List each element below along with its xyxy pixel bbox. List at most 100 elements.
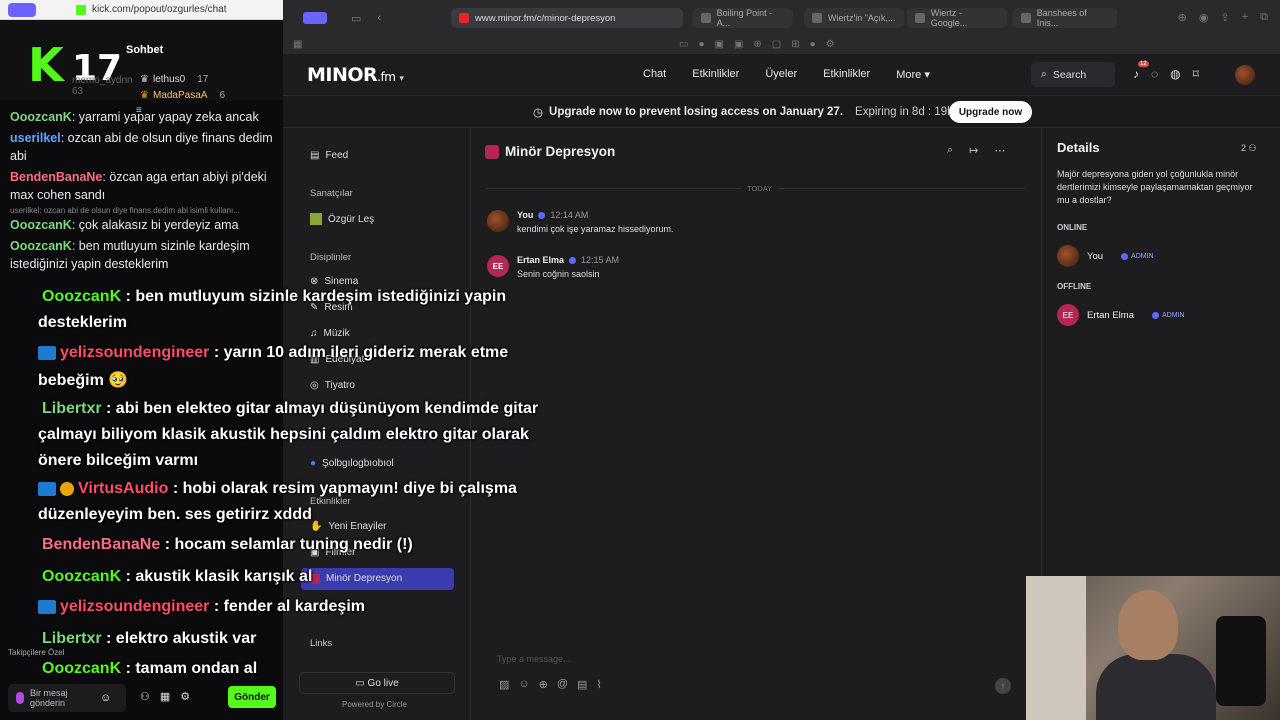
powered-by[interactable]: Powered by Circle <box>342 700 407 709</box>
chat-bubble-icon[interactable]: ◍ <box>1170 67 1180 81</box>
sidebar-toggle-icon[interactable] <box>8 2 36 17</box>
bookmark-icon[interactable]: ● <box>810 39 816 50</box>
browser-tab[interactable]: Wiertz - Google... <box>907 8 1007 28</box>
browser-tab[interactable]: Banshees of Inis... <box>1013 8 1117 28</box>
workspace-icon[interactable] <box>303 12 327 24</box>
chat-nick[interactable]: BendenBanaNe <box>10 170 102 184</box>
message-avatar[interactable] <box>487 210 509 232</box>
room-title: Minör Depresyon <box>505 144 616 159</box>
sidebar-icon[interactable]: ▭ <box>351 12 361 25</box>
search-button[interactable]: ⌕ Search <box>1031 62 1115 87</box>
sidebar-item-artist[interactable]: Özgür Leş <box>310 213 374 225</box>
chat-nick[interactable]: userilkel <box>10 131 61 145</box>
bookmark-icon[interactable]: ▢ <box>772 39 781 50</box>
more-icon[interactable]: ⋯ <box>994 144 1005 157</box>
send-arrow-icon[interactable]: ↑ <box>995 678 1011 694</box>
tab-title: Wiertz - Google... <box>930 8 968 28</box>
search-icon[interactable]: ⌕ <box>947 144 953 157</box>
browser-tab[interactable]: Wiertz'in "Açık,... <box>804 8 904 28</box>
new-tab-icon[interactable]: + <box>1242 11 1248 24</box>
message-avatar[interactable]: EE <box>487 255 509 277</box>
bookmark-icon[interactable]: ▣ <box>715 39 724 50</box>
bookmark-icon[interactable]: ▭ <box>679 39 688 50</box>
mention-icon[interactable]: @ <box>557 678 568 691</box>
gif-icon[interactable]: ▤ <box>577 678 587 691</box>
sidebar-item-yeni-enayiler[interactable]: ✋ Yeni Enayiler <box>310 521 386 532</box>
nav-chat[interactable]: Chat <box>643 68 666 81</box>
chevron-down-icon[interactable]: ▾ <box>399 74 404 84</box>
back-icon[interactable]: ‹ <box>377 12 381 24</box>
bookmark-icon[interactable]: ⚙ <box>826 39 835 50</box>
browser-actions: ⊕ ◉ ⇪ + ⧉ <box>1178 11 1268 24</box>
mic-icon[interactable] <box>16 692 24 704</box>
message-composer[interactable]: Type a message... ▨ ☺ ⊕ @ ▤ ⌇ ↑ <box>485 646 1027 706</box>
image-icon[interactable]: ▨ <box>499 678 509 691</box>
nav-events-2[interactable]: Etkinlikler <box>823 68 870 81</box>
emoji-icon[interactable]: ☺ <box>518 678 529 691</box>
sidebar-item-feed[interactable]: ▤ Feed <box>310 150 348 161</box>
plus-icon[interactable]: ⊕ <box>539 678 548 691</box>
top-user[interactable]: ♛ lethus0 17 <box>140 72 225 88</box>
chat-nick[interactable]: OoozcanK <box>10 239 72 253</box>
send-button[interactable]: Gönder <box>228 686 276 708</box>
kick-logo: K <box>28 38 64 92</box>
extension-icon[interactable]: ◉ <box>1199 11 1209 24</box>
search-icon: ⌕ <box>1041 68 1047 80</box>
top-user-count: 17 <box>197 74 209 85</box>
chat-message: OoozcanK: yarrami yapar yapay zeka ancak <box>10 108 273 126</box>
overlay-text: çalmayı biliyom klasik akustik hepsini ç… <box>38 426 529 443</box>
chat-nick[interactable]: OoozcanK <box>10 110 72 124</box>
badge-icon <box>38 599 56 614</box>
links-label[interactable]: Links <box>310 638 332 649</box>
emoji-icon[interactable]: ☺ <box>100 692 111 704</box>
nav-members[interactable]: Üyeler <box>765 68 797 81</box>
sidebar-item-muzik[interactable]: ♫ Müzik <box>310 328 350 339</box>
message-author[interactable]: Ertan Elma <box>517 255 564 265</box>
sidebar-item-label: Sinema <box>324 276 359 287</box>
bits-icon[interactable]: ⚇ <box>140 690 150 703</box>
share-icon[interactable]: ⇪ <box>1220 11 1229 24</box>
chat-reply-preview[interactable]: userilkel: ozcan abi de olsun diye finan… <box>10 206 273 215</box>
browser-tab[interactable]: Boiling Point - A... <box>693 8 793 28</box>
verified-icon <box>569 256 577 264</box>
sidebar-item-tiyatro[interactable]: ◎ Tiyatro <box>310 380 355 391</box>
collapse-icon[interactable]: ↦ <box>969 144 978 157</box>
top-user[interactable]: ♛ MadaPasaA 6 <box>140 88 225 104</box>
go-live-label: Go live <box>367 677 399 689</box>
member-row[interactable]: EE Ertan Elma ADMIN <box>1057 304 1185 326</box>
member-row[interactable]: You ADMIN <box>1057 245 1154 267</box>
store-icon[interactable]: ▦ <box>160 690 170 703</box>
bookmark-icon[interactable]: ⌑ <box>1193 67 1199 81</box>
download-icon[interactable]: ⊕ <box>1178 11 1187 24</box>
attach-icon[interactable]: ⌇ <box>596 678 601 691</box>
message-author[interactable]: You <box>517 210 533 220</box>
bell-icon[interactable]: ♪ 12 <box>1133 61 1149 81</box>
bookmark-icon[interactable]: ▣ <box>734 39 743 50</box>
sidebar-item-sinema[interactable]: ⊗ Sinema <box>310 276 358 287</box>
chat-nick[interactable]: OoozcanK <box>10 218 72 232</box>
apps-grid-icon[interactable]: ▦ <box>293 39 302 50</box>
go-live-button[interactable]: ▭ Go live <box>299 672 455 694</box>
sidebar-item-misc[interactable]: ● Şolbgılogbıobıol <box>310 458 394 469</box>
bookmark-icon[interactable]: ⊕ <box>753 39 761 50</box>
address-bar[interactable]: www.minor.fm/c/minor-depresyon <box>451 8 683 28</box>
member-count[interactable]: 2 ⚇ <box>1241 143 1257 154</box>
overlay-line: Libertxr : elektro akustik var <box>42 630 256 648</box>
film-icon: ⊗ <box>310 276 319 287</box>
app-logo[interactable]: MINOR.fm ▾ <box>307 64 404 86</box>
bookmark-icon[interactable]: ⊞ <box>791 39 799 50</box>
nav-more[interactable]: More ▾ <box>896 68 930 81</box>
sidebar-item-minor-depresyon[interactable]: Minör Depresyon <box>310 573 402 584</box>
tabs-overview-icon[interactable]: ⧉ <box>1260 11 1268 24</box>
user-avatar[interactable] <box>1235 65 1255 85</box>
bookmark-icon[interactable]: ● <box>698 39 704 50</box>
settings-icon[interactable]: ⚙ <box>180 690 190 703</box>
nav-events[interactable]: Etkinlikler <box>692 68 739 81</box>
overlay-nick: OoozcanK <box>42 288 122 305</box>
webcam-feed <box>1026 576 1280 720</box>
chat-message-input[interactable]: Bir mesaj gönderin ☺ <box>8 684 126 712</box>
upgrade-button[interactable]: Upgrade now <box>949 101 1032 123</box>
messages-icon[interactable]: ◌ <box>1151 67 1158 81</box>
kick-url[interactable]: kick.com/popout/ozgurles/chat <box>92 4 227 15</box>
address-text[interactable]: www.minor.fm/c/minor-depresyon <box>475 13 615 24</box>
